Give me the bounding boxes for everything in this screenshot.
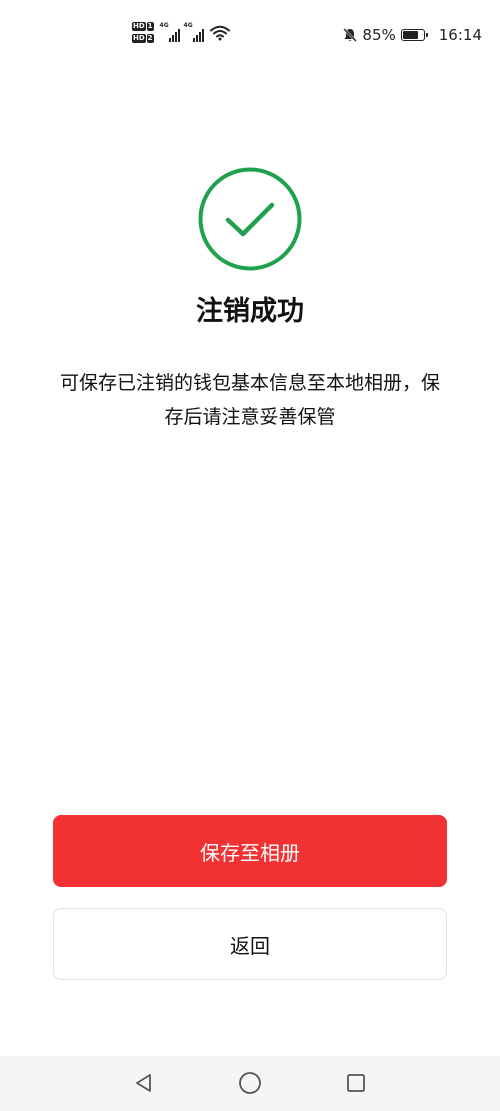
back-button[interactable]: 返回 — [53, 908, 447, 980]
hd1-indicator: HD 1 — [132, 22, 154, 31]
status-bar-right: 85% 16:14 — [342, 26, 482, 44]
hd2-number: 2 — [146, 34, 154, 43]
status-bar-left: HD 1 HD 2 4G 4G — [132, 22, 230, 43]
hd1-badge: HD — [132, 22, 146, 31]
check-circle-icon — [198, 167, 302, 271]
save-to-album-button[interactable]: 保存至相册 — [53, 815, 447, 887]
back-triangle-icon[interactable] — [131, 1070, 157, 1096]
page-title: 注销成功 — [196, 296, 304, 327]
clock: 16:14 — [438, 26, 482, 44]
home-circle-icon[interactable] — [237, 1070, 263, 1096]
hd2-indicator: HD 2 — [132, 34, 154, 43]
signal-icon: 4G — [159, 21, 180, 42]
battery-icon — [400, 29, 428, 41]
screen: HD 1 HD 2 4G 4G 85% 16:14 注销成功 可保存已注销的钱包… — [0, 0, 500, 1111]
network-type-2: 4G — [183, 21, 193, 29]
result-description: 可保存已注销的钱包基本信息至本地相册，保存后请注意妥善保管 — [60, 372, 441, 428]
status-bar: HD 1 HD 2 4G 4G 85% 16:14 — [0, 0, 500, 72]
hd2-badge: HD — [132, 34, 146, 43]
system-nav-bar — [0, 1056, 500, 1111]
signal-icon: 4G — [183, 21, 204, 42]
hd1-number: 1 — [146, 22, 154, 31]
wifi-icon — [209, 25, 230, 40]
bell-muted-icon — [343, 28, 358, 42]
recents-square-icon[interactable] — [343, 1070, 369, 1096]
network-type-1: 4G — [159, 21, 169, 29]
battery-percent: 85% — [362, 26, 396, 44]
battery-fill — [402, 31, 419, 39]
hd-indicators: HD 1 HD 2 — [132, 22, 154, 43]
